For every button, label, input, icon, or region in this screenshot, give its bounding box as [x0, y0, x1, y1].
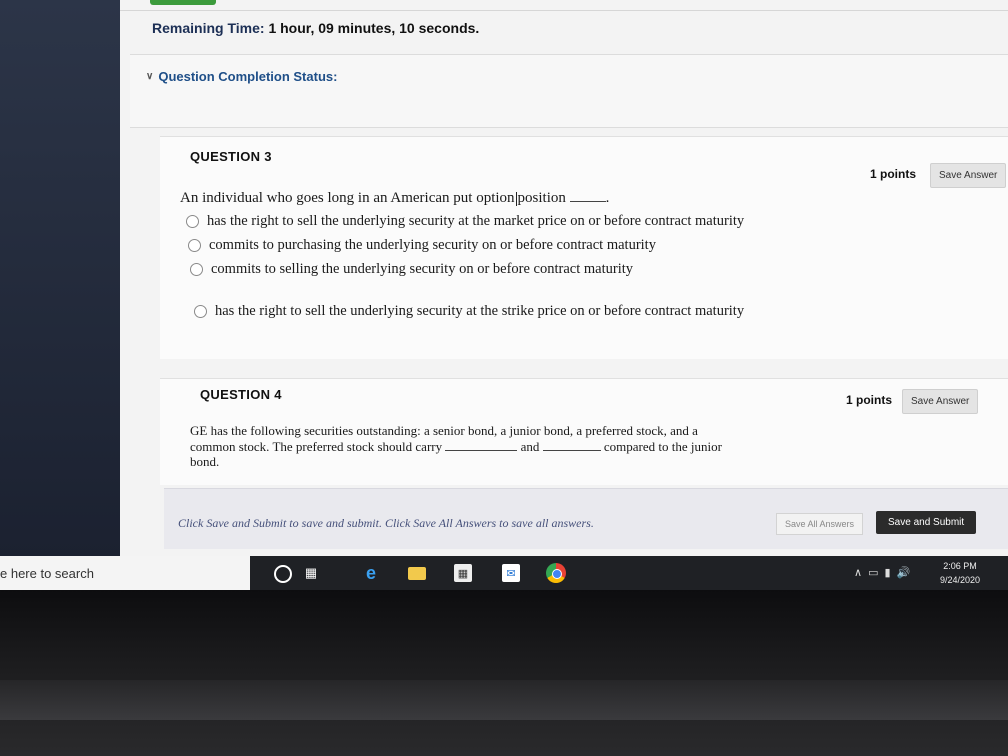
- answer-option[interactable]: has the right to sell the underlying sec…: [194, 303, 744, 320]
- question-text: GE has the following securities outstand…: [190, 423, 722, 469]
- question-text: An individual who goes long in an Americ…: [180, 189, 610, 206]
- text-cursor-icon: [515, 191, 517, 206]
- edge-icon[interactable]: e: [362, 563, 380, 583]
- question-text-part: position: [517, 190, 566, 206]
- file-explorer-icon[interactable]: [408, 567, 426, 580]
- radio-button[interactable]: [194, 305, 207, 318]
- answer-option-label: has the right to sell the underlying sec…: [207, 213, 745, 229]
- battery-icon[interactable]: ▮: [884, 566, 890, 579]
- answer-option[interactable]: commits to selling the underlying securi…: [190, 261, 633, 278]
- radio-button[interactable]: [190, 263, 203, 276]
- question-text-line: bond.: [190, 454, 220, 469]
- task-view-icon[interactable]: ▦: [302, 564, 320, 582]
- system-tray: ∧ ▭ ▮ 🔊: [854, 566, 910, 579]
- answer-blank: [542, 438, 601, 451]
- radio-button[interactable]: [188, 239, 201, 252]
- progress-indicator: [150, 0, 216, 5]
- completion-status-toggle[interactable]: ∨ Question Completion Status:: [146, 69, 337, 84]
- laptop-edge: [0, 680, 1008, 720]
- question-3: QUESTION 3 1 points Save Answer An indiv…: [160, 136, 1008, 359]
- question-text-line: GE has the following securities outstand…: [190, 423, 698, 438]
- remaining-time: Remaining Time: 1 hour, 09 minutes, 10 s…: [152, 20, 479, 36]
- chrome-icon[interactable]: [546, 563, 566, 583]
- taskbar-clock[interactable]: 2:06 PM 9/24/2020: [940, 559, 980, 587]
- remaining-time-value: 1 hour, 09 minutes, 10 seconds.: [268, 20, 480, 36]
- chevron-up-icon[interactable]: ∧: [854, 566, 862, 579]
- answer-option[interactable]: has the right to sell the underlying sec…: [186, 213, 744, 230]
- taskbar-search-box[interactable]: e here to search: [0, 556, 250, 590]
- answer-option-label: commits to purchasing the underlying sec…: [209, 237, 656, 253]
- mail-icon[interactable]: ✉: [502, 564, 520, 582]
- answer-option-label: commits to selling the underlying securi…: [211, 261, 634, 277]
- question-title: QUESTION 3: [190, 149, 272, 164]
- radio-button[interactable]: [186, 215, 199, 228]
- question-text-part: An individual who goes long in an Americ…: [180, 190, 515, 206]
- save-answer-button[interactable]: Save Answer: [902, 389, 979, 414]
- monitor-bezel-bottom: [0, 590, 1008, 756]
- browser-page: Remaining Time: 1 hour, 09 minutes, 10 s…: [120, 0, 1008, 556]
- network-icon[interactable]: ▭: [868, 566, 878, 579]
- question-points: 1 points: [870, 167, 917, 181]
- volume-icon[interactable]: 🔊: [897, 566, 911, 579]
- answer-option[interactable]: commits to purchasing the underlying sec…: [188, 237, 656, 254]
- completion-status-label: Question Completion Status:: [158, 69, 338, 84]
- question-text-line: common stock. The preferred stock should…: [190, 438, 722, 454]
- question-text-part: and: [520, 439, 540, 454]
- submit-instructions: Click Save and Submit to save and submit…: [178, 516, 594, 530]
- remaining-time-label: Remaining Time:: [152, 20, 265, 36]
- divider: [120, 10, 1008, 11]
- save-and-submit-button[interactable]: Save and Submit: [876, 511, 977, 534]
- save-all-answers-button[interactable]: Save All Answers: [776, 513, 864, 535]
- taskbar-search-placeholder: e here to search: [0, 566, 94, 581]
- completion-status-panel: ∨ Question Completion Status:: [130, 54, 1008, 128]
- answer-option-label: has the right to sell the underlying sec…: [215, 303, 745, 319]
- answer-blank: [569, 189, 606, 202]
- submit-bar: Click Save and Submit to save and submit…: [164, 488, 1008, 549]
- question-title: QUESTION 4: [200, 387, 282, 402]
- save-answer-button[interactable]: Save Answer: [930, 163, 1007, 188]
- question-text-part: common stock. The preferred stock should…: [190, 439, 443, 454]
- clock-time: 2:06 PM: [943, 561, 977, 571]
- cortana-icon[interactable]: [274, 565, 292, 583]
- taskbar: e here to search ▦ e ▦ ✉ ∧ ▭ ▮ 🔊 2:06 PM…: [0, 556, 1008, 590]
- clock-date: 9/24/2020: [940, 575, 981, 585]
- question-text-part: compared to the junior: [603, 439, 722, 454]
- question-4: QUESTION 4 1 points Save Answer GE has t…: [160, 378, 1008, 485]
- chevron-down-icon: ∨: [146, 71, 154, 82]
- monitor-bezel-left: [0, 0, 120, 560]
- question-points: 1 points: [846, 393, 893, 407]
- answer-blank: [445, 438, 518, 451]
- store-icon[interactable]: ▦: [454, 564, 472, 582]
